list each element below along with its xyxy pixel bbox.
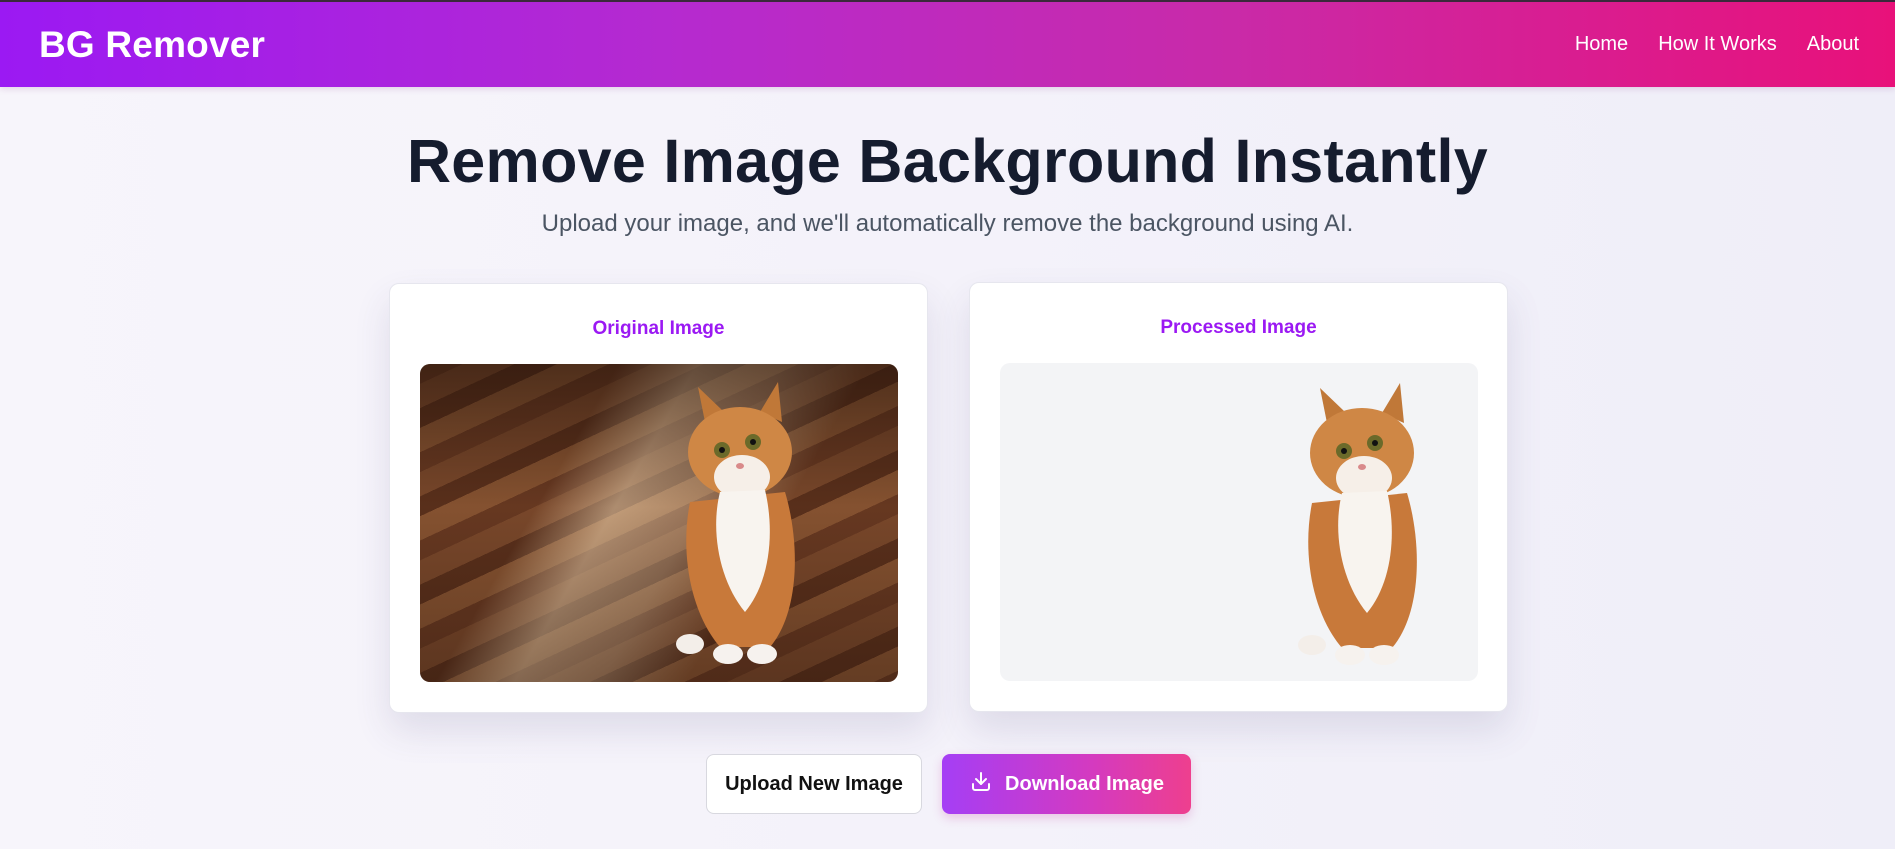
- nav-about[interactable]: About: [1807, 33, 1859, 56]
- nav-home[interactable]: Home: [1575, 33, 1628, 56]
- download-label: Download Image: [1005, 772, 1164, 795]
- download-image-button[interactable]: Download Image: [942, 754, 1191, 814]
- processed-image-title: Processed Image: [1160, 317, 1317, 338]
- original-image-title: Original Image: [592, 318, 725, 339]
- original-image: [420, 364, 898, 682]
- upload-new-image-button[interactable]: Upload New Image: [706, 754, 922, 814]
- processed-image-card: Processed Image: [969, 282, 1508, 712]
- navbar: BG Remover Home How It Works About: [0, 2, 1895, 87]
- nav-how-it-works[interactable]: How It Works: [1658, 33, 1777, 56]
- nav-links: Home How It Works About: [1575, 33, 1859, 56]
- hero: Remove Image Background Instantly Upload…: [0, 124, 1895, 238]
- logo[interactable]: BG Remover: [39, 24, 265, 66]
- cat-cutout: [1298, 383, 1417, 665]
- page-title: Remove Image Background Instantly: [406, 127, 1489, 195]
- page-subtitle: Upload your image, and we'll automatical…: [541, 210, 1354, 237]
- processed-image: [1000, 363, 1478, 681]
- cat-photo: [676, 382, 795, 664]
- download-icon: [969, 769, 993, 799]
- original-image-card: Original Image: [389, 283, 928, 713]
